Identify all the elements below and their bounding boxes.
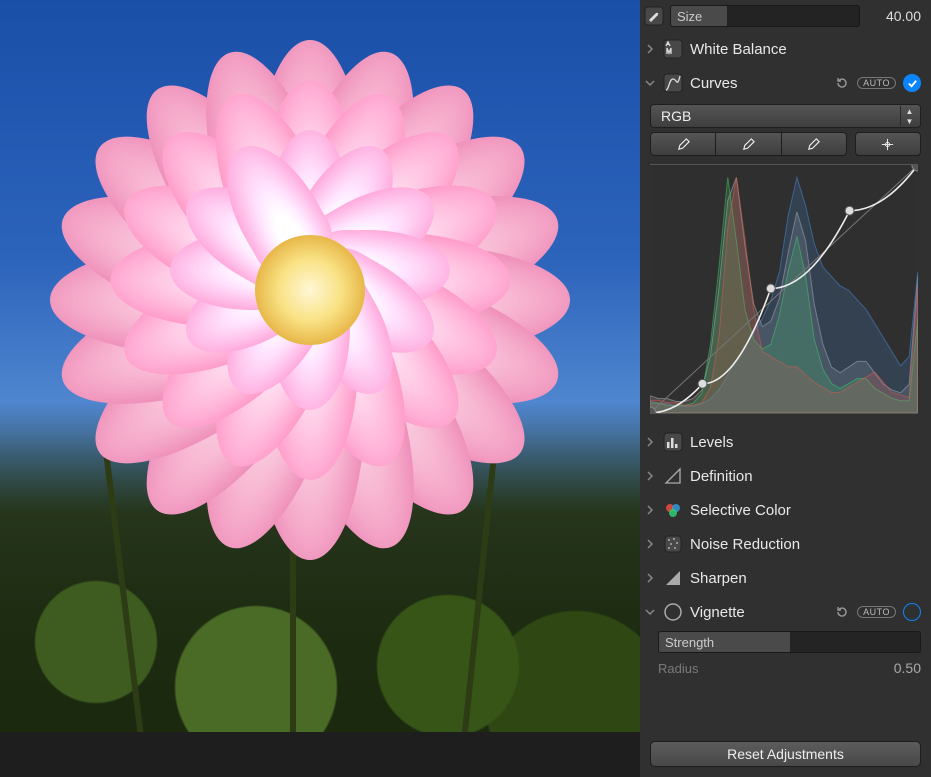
definition-label: Definition — [690, 468, 921, 485]
vignette-toggle[interactable] — [903, 603, 921, 621]
curves-label: Curves — [690, 75, 827, 92]
vignette-radius-value[interactable]: 0.50 — [866, 660, 921, 676]
curves-auto-button[interactable]: AUTO — [857, 77, 896, 89]
section-curves[interactable]: Curves AUTO — [640, 66, 931, 100]
add-point-button[interactable] — [855, 132, 921, 156]
select-stepper-icon[interactable]: ▲▼ — [900, 106, 918, 126]
section-selective-color[interactable]: Selective Color — [640, 493, 931, 527]
vignette-radius-label: Radius — [658, 661, 698, 676]
vignette-icon — [663, 602, 683, 622]
section-white-balance[interactable]: White Balance — [640, 32, 931, 66]
size-label: Size — [677, 9, 702, 24]
curves-channel-select[interactable]: RGB ▲▼ — [650, 104, 921, 128]
eyedropper-gray-button[interactable] — [716, 132, 781, 156]
white-balance-icon — [663, 39, 683, 59]
curves-channel-value: RGB — [661, 108, 691, 124]
chevron-down-icon[interactable] — [644, 606, 656, 618]
noise-reduction-label: Noise Reduction — [690, 536, 921, 553]
chevron-down-icon[interactable] — [644, 77, 656, 89]
chevron-right-icon[interactable] — [644, 504, 656, 516]
eyedropper-black-button[interactable] — [650, 132, 716, 156]
vignette-strength-slider[interactable]: Strength — [658, 631, 921, 653]
chevron-right-icon[interactable] — [644, 470, 656, 482]
size-value[interactable]: 40.00 — [866, 8, 921, 24]
selective-color-icon — [663, 500, 683, 520]
curves-toggle[interactable] — [903, 74, 921, 92]
reset-curves-icon[interactable] — [834, 75, 850, 91]
vignette-auto-button[interactable]: AUTO — [857, 606, 896, 618]
reset-vignette-icon[interactable] — [834, 604, 850, 620]
reset-adjustments-button[interactable]: Reset Adjustments — [650, 741, 921, 767]
vignette-label: Vignette — [690, 604, 827, 621]
chevron-right-icon[interactable] — [644, 572, 656, 584]
section-vignette[interactable]: Vignette AUTO — [640, 595, 931, 629]
curves-histogram[interactable] — [650, 164, 918, 414]
chevron-right-icon[interactable] — [644, 436, 656, 448]
eyedropper-white-button[interactable] — [782, 132, 847, 156]
sharpen-label: Sharpen — [690, 570, 921, 587]
vignette-strength-label: Strength — [665, 635, 714, 650]
levels-label: Levels — [690, 434, 921, 451]
size-slider[interactable]: Size — [670, 5, 860, 27]
photo-preview[interactable] — [0, 0, 640, 732]
white-balance-label: White Balance — [690, 41, 921, 58]
curves-icon — [663, 73, 683, 93]
section-definition[interactable]: Definition — [640, 459, 931, 493]
section-sharpen[interactable]: Sharpen — [640, 561, 931, 595]
brush-icon — [644, 6, 664, 26]
chevron-right-icon[interactable] — [644, 43, 656, 55]
sharpen-icon — [663, 568, 683, 588]
section-levels[interactable]: Levels — [640, 425, 931, 459]
chevron-right-icon[interactable] — [644, 538, 656, 550]
selective-color-label: Selective Color — [690, 502, 921, 519]
photo-canvas — [0, 0, 640, 777]
adjustments-sidebar: Size 40.00 White Balance Curves AUTO RGB — [640, 0, 931, 777]
definition-icon — [663, 466, 683, 486]
section-noise-reduction[interactable]: Noise Reduction — [640, 527, 931, 561]
levels-icon — [663, 432, 683, 452]
noise-reduction-icon — [663, 534, 683, 554]
